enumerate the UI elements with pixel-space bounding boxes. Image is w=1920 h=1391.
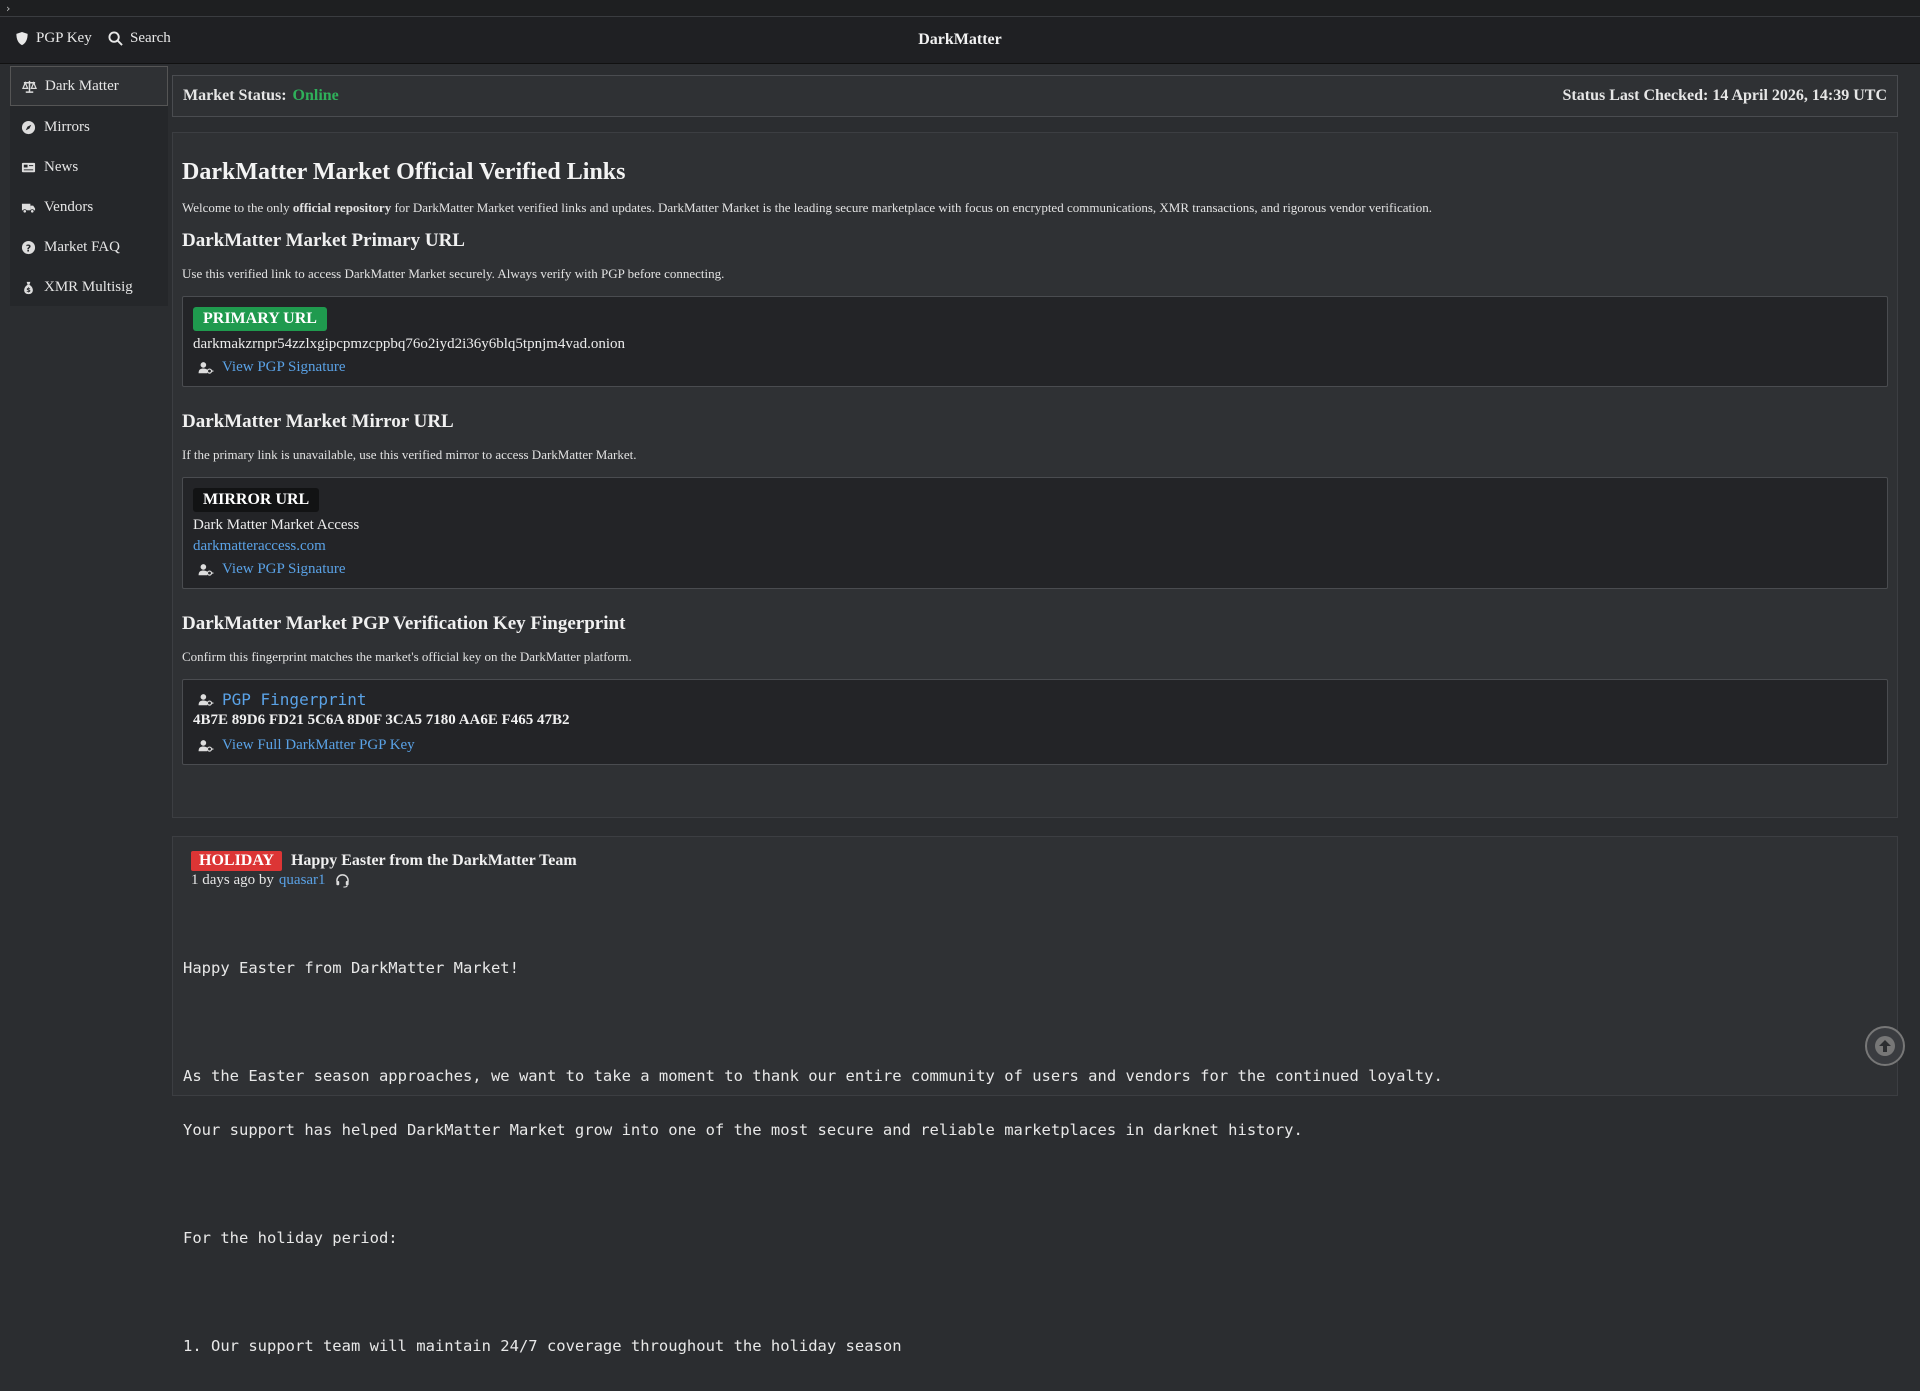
primary-url-desc: Use this verified link to access DarkMat… <box>182 266 725 281</box>
primary-url-box: PRIMARY URL darkmakzrnpr54zzlxgipcpmzcpp… <box>182 296 1888 387</box>
pgp-fingerprint-title: PGP Fingerprint <box>222 690 367 709</box>
news-meta: 1 days ago by quasar1 <box>191 872 1887 889</box>
sidebar-item-market-faq[interactable]: ? Market FAQ <box>10 228 168 266</box>
primary-url-text[interactable]: darkmakzrnpr54zzlxgipcpmzcppbq76o2iyd2i3… <box>193 336 1877 353</box>
news-meta-prefix: 1 days ago by <box>191 872 274 888</box>
news-line <box>183 1013 1887 1031</box>
primary-pgp-signature-link[interactable]: View PGP Signature <box>222 359 346 376</box>
truck-icon <box>21 203 36 213</box>
mirror-url-badge: MIRROR URL <box>193 488 320 512</box>
user-key-icon <box>198 693 214 706</box>
primary-url-heading: DarkMatter Market Primary URL <box>182 230 465 251</box>
sidebar-item-label: Dark Matter <box>45 77 119 94</box>
brand-title[interactable]: DarkMatter <box>918 31 1002 48</box>
user-key-icon <box>198 739 214 752</box>
compass-icon <box>21 120 36 134</box>
pgp-fingerprint-box: PGP Fingerprint 4B7E 89D6 FD21 5C6A 8D0F… <box>182 679 1888 765</box>
news-line: As the Easter season approaches, we want… <box>183 1067 1443 1085</box>
mirror-url-link[interactable]: darkmatteraccess.com <box>193 538 1877 555</box>
shield-icon <box>16 31 28 46</box>
market-status-label: Market Status: <box>183 87 287 104</box>
scale-icon <box>22 80 37 93</box>
news-line: For the holiday period: <box>183 1229 398 1247</box>
search-icon <box>108 31 123 46</box>
news-title: Happy Easter from the DarkMatter Team <box>290 852 577 869</box>
sidebar-item-label: XMR Multisig <box>44 278 133 295</box>
sidebar-item-vendors[interactable]: Vendors <box>10 188 168 226</box>
full-pgp-key-link[interactable]: View Full DarkMatter PGP Key <box>222 737 415 754</box>
svg-text:?: ? <box>26 243 31 254</box>
question-icon: ? <box>21 240 36 254</box>
pgp-key-link[interactable]: PGP Key <box>15 30 92 47</box>
sidebar-item-mirrors[interactable]: Mirrors <box>10 108 168 146</box>
scroll-to-top-button[interactable] <box>1865 1026 1905 1066</box>
sidebar-item-news[interactable]: News <box>10 148 168 186</box>
news-line: 1. Our support team will maintain 24/7 c… <box>183 1337 902 1355</box>
pgp-key-label: PGP Key <box>36 30 92 46</box>
market-status: Market Status: Online <box>183 87 339 105</box>
sidebar-item-label: Mirrors <box>44 118 90 135</box>
news-line <box>183 1283 1887 1301</box>
pgp-fingerprint-heading: DarkMatter Market PGP Verification Key F… <box>182 613 626 634</box>
user-key-icon <box>198 361 214 374</box>
intro-text: Welcome to the only official repository … <box>182 200 1888 216</box>
status-badge: Online <box>292 87 339 104</box>
sidebar-item-label: Vendors <box>44 198 94 215</box>
money-bag-icon: $ <box>24 281 33 294</box>
news-author-link[interactable]: quasar1 <box>279 872 326 889</box>
holiday-badge: HOLIDAY <box>191 851 282 871</box>
intro-bold: official repository <box>292 200 392 215</box>
mirror-name: Dark Matter Market Access <box>193 517 360 533</box>
search-label: Search <box>130 30 171 46</box>
sidebar-item-label: Market FAQ <box>44 238 120 255</box>
mirror-url-heading: DarkMatter Market Mirror URL <box>182 411 454 432</box>
intro-prefix: Welcome to the only <box>182 200 293 215</box>
newspaper-icon <box>21 162 36 172</box>
verified-links-panel: DarkMatter Market Official Verified Link… <box>172 132 1898 818</box>
sidebar: Dark Matter Mirrors News Vendors ? Marke… <box>10 66 168 306</box>
news-line: Happy Easter from DarkMatter Market! <box>183 959 519 977</box>
sidebar-item-label: News <box>44 158 79 175</box>
mirror-url-box: MIRROR URL Dark Matter Market Access dar… <box>182 477 1888 589</box>
pgp-fingerprint-desc: Confirm this fingerprint matches the mar… <box>182 649 632 664</box>
search-link[interactable]: Search <box>108 30 171 47</box>
primary-url-badge: PRIMARY URL <box>193 307 327 331</box>
user-key-icon <box>198 563 214 576</box>
sidebar-item-xmr-multisig[interactable]: $ XMR Multisig <box>10 268 168 306</box>
status-last-checked: Status Last Checked: 14 April 2026, 14:3… <box>1562 87 1887 104</box>
svg-text:$: $ <box>26 286 31 294</box>
news-post: HOLIDAY Happy Easter from the DarkMatter… <box>172 836 1898 1355</box>
mirror-pgp-signature-link[interactable]: View PGP Signature <box>222 561 346 578</box>
chevron-icon[interactable]: › <box>6 2 10 15</box>
browser-top-strip: › <box>0 0 1920 17</box>
news-line: Your support has helped DarkMatter Marke… <box>183 1121 1303 1139</box>
page-title: DarkMatter Market Official Verified Link… <box>182 159 626 185</box>
news-body: Happy Easter from DarkMatter Market! As … <box>183 923 1887 1391</box>
arrow-up-icon <box>1875 1036 1895 1056</box>
pgp-fingerprint-value[interactable]: 4B7E 89D6 FD21 5C6A 8D0F 3CA5 7180 AA6E … <box>193 712 1877 729</box>
headset-icon <box>335 874 349 888</box>
top-navbar: PGP Key Search DarkMatter <box>0 17 1920 64</box>
sidebar-item-dark-matter[interactable]: Dark Matter <box>10 66 168 106</box>
intro-suffix: for DarkMatter Market verified links and… <box>391 200 1432 215</box>
mirror-url-desc: If the primary link is unavailable, use … <box>182 447 637 462</box>
market-status-bar: Market Status: Online Status Last Checked… <box>172 75 1898 117</box>
news-line <box>183 1175 1887 1193</box>
